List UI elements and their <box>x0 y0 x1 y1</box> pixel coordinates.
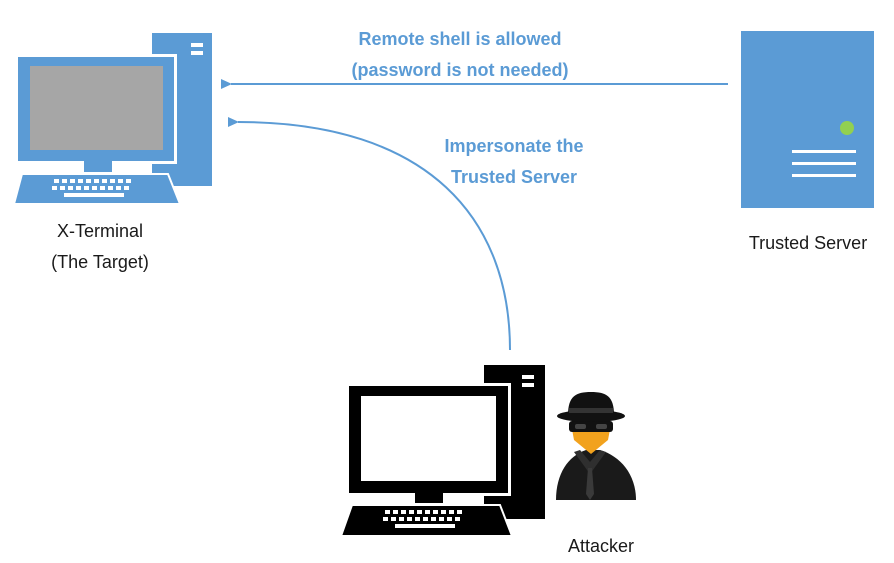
trust-label-line1: Remote shell is allowed <box>358 29 562 49</box>
impersonation-label-line2: Trusted Server <box>450 167 578 187</box>
server-status-light <box>840 121 854 135</box>
impersonation-label-line1: Impersonate the <box>444 136 584 156</box>
trust-label-line2: (password is not needed) <box>351 60 569 80</box>
impersonation-edge-label: Impersonate the Trusted Server <box>414 131 614 193</box>
attacker-computer-icon <box>339 365 545 537</box>
x-terminal-label: X-Terminal (The Target) <box>20 216 180 278</box>
x-terminal-screen <box>30 66 163 150</box>
trusted-server-label: Trusted Server <box>748 233 868 253</box>
x-terminal-label-line2: (The Target) <box>51 252 149 272</box>
trusted-server-body <box>741 31 874 208</box>
trust-edge-label: Remote shell is allowed (password is not… <box>330 24 590 86</box>
x-terminal-computer-icon <box>12 33 212 205</box>
attacker-label: Attacker <box>567 536 635 556</box>
spy-hacker-icon <box>556 392 636 500</box>
server-tower-icon <box>741 31 874 208</box>
attacker-screen <box>361 396 496 481</box>
x-terminal-label-line1: X-Terminal <box>56 221 144 241</box>
